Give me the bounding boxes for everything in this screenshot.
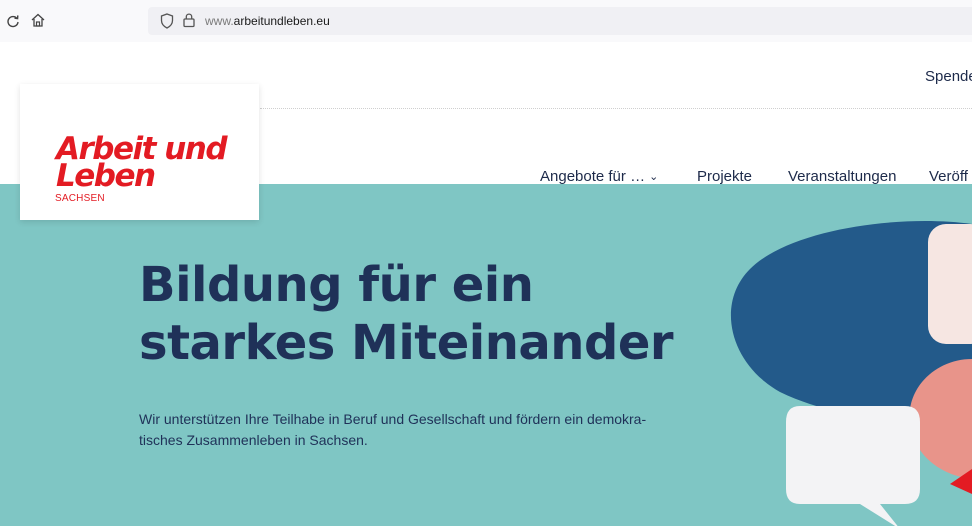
logo-subtitle: SACHSEN xyxy=(55,193,105,204)
home-icon[interactable] xyxy=(30,12,46,28)
chevron-down-icon: ⌄ xyxy=(649,171,659,183)
url-prefix: www. xyxy=(205,14,234,28)
site-logo[interactable]: Arbeit und Leben SACHSEN xyxy=(20,84,259,220)
shield-icon[interactable] xyxy=(160,13,174,29)
hero-title-line2: starkes Miteinander xyxy=(139,315,674,371)
hero-title-line1: Bildung für ein xyxy=(139,257,534,313)
hero-description: Wir unterstützen Ihre Teilhabe in Beruf … xyxy=(139,409,739,451)
hero-text-line1: Wir unterstützen Ihre Teilhabe in Beruf … xyxy=(139,411,647,427)
hero-text-line2: tisches Zusammenleben in Sachsen. xyxy=(139,432,368,448)
spende-link[interactable]: Spende xyxy=(925,68,972,85)
nav-item-veroeffentlichungen[interactable]: Veröff xyxy=(929,168,968,185)
browser-toolbar: www.arbeitundleben.eu xyxy=(0,0,972,42)
nav-item-veranstaltungen[interactable]: Veranstaltungen xyxy=(788,168,896,185)
topbar-divider xyxy=(260,108,972,109)
reload-icon[interactable] xyxy=(6,14,20,28)
address-bar[interactable]: www.arbeitundleben.eu xyxy=(148,7,972,35)
nav-item-angebote[interactable]: Angebote für … ⌄ xyxy=(540,168,658,185)
lock-icon[interactable] xyxy=(182,12,196,28)
nav-item-label: Angebote für … xyxy=(540,168,646,185)
logo-text-line2: Leben xyxy=(56,158,156,194)
hero-title: Bildung für ein starkes Miteinander xyxy=(139,256,674,372)
nav-item-projekte[interactable]: Projekte xyxy=(697,168,752,185)
url-text[interactable]: www.arbeitundleben.eu xyxy=(205,14,330,28)
